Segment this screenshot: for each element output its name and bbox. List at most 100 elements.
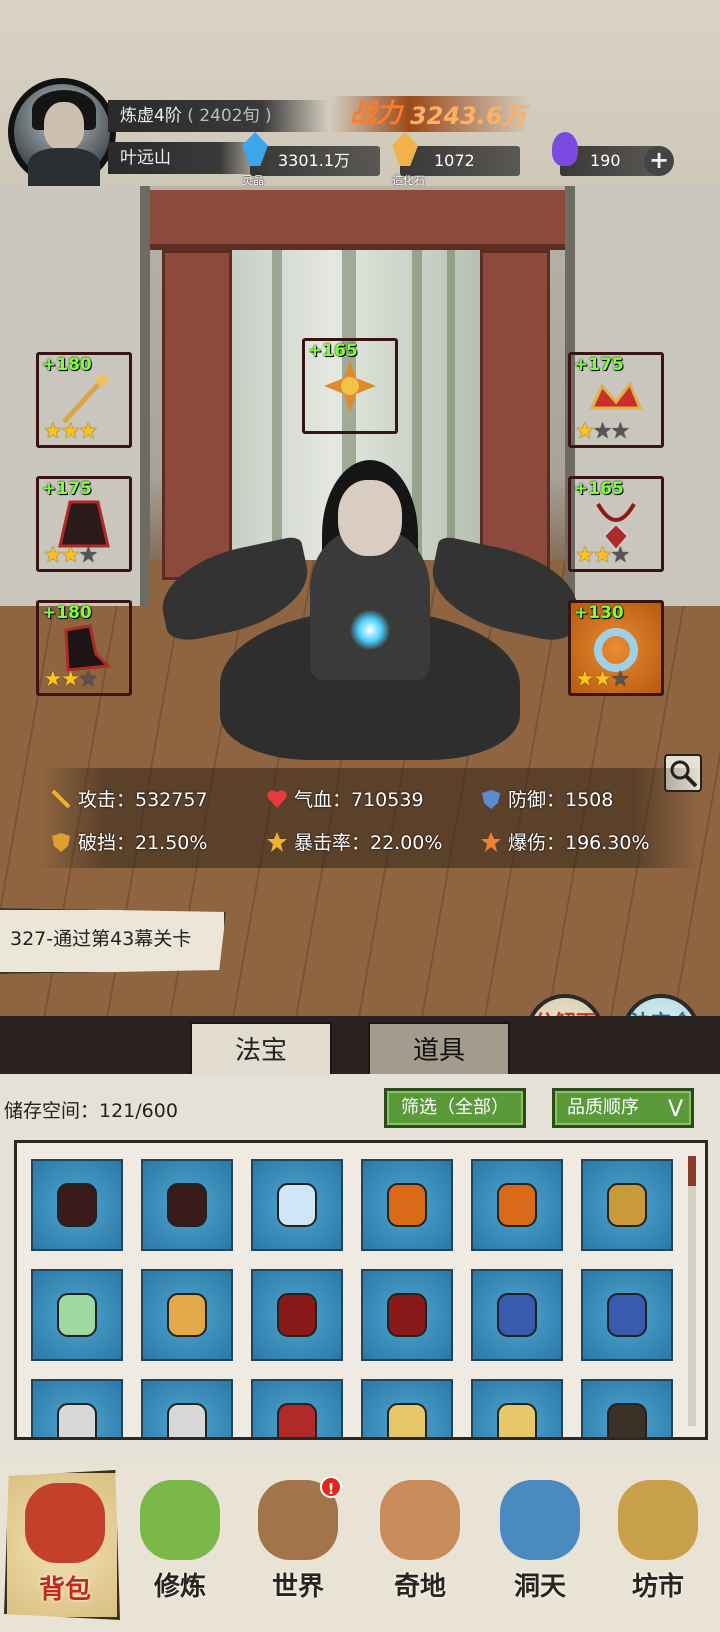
inventory-item[interactable] <box>471 1269 563 1361</box>
quest-text: 327-通过第43幕关卡 <box>10 928 192 950</box>
inventory-item[interactable] <box>141 1269 233 1361</box>
bag-icon <box>25 1483 105 1563</box>
enhance-level: +130 <box>574 603 624 623</box>
add-resource-button[interactable]: + <box>644 146 674 176</box>
tab-bar <box>0 1016 720 1074</box>
equip-slot-robe[interactable]: +175 ★★★ <box>36 476 132 572</box>
stat-pierce: 破挡：21.50% <box>50 826 207 860</box>
sun-emblem-icon <box>322 358 378 414</box>
star-filled-icon: ★ <box>43 419 63 444</box>
storage-capacity: 储存空间：121/600 <box>4 1100 178 1122</box>
nav-market[interactable]: 坊市 <box>600 1470 716 1620</box>
enhance-level: +180 <box>42 355 92 375</box>
meditating-character <box>153 460 587 770</box>
flame-axe-icon <box>378 1176 436 1234</box>
inventory-item[interactable] <box>471 1159 563 1251</box>
inventory-item[interactable] <box>361 1269 453 1361</box>
burst-icon <box>266 830 288 852</box>
star-filled-icon: ★ <box>43 543 63 568</box>
star-empty-icon: ★ <box>78 667 98 692</box>
inventory-scrollbar[interactable] <box>688 1156 696 1426</box>
heart-icon <box>266 787 288 809</box>
golden-staff-icon <box>598 1176 656 1234</box>
equip-slot-talisman[interactable]: +165 <box>302 338 398 434</box>
equip-slot-ring[interactable]: +130 ★★★ <box>568 600 664 696</box>
inventory-item[interactable] <box>581 1379 673 1437</box>
nav-wonder[interactable]: 奇地 <box>362 1470 478 1620</box>
red-helm-icon <box>268 1396 326 1437</box>
star-rating: ★★★ <box>43 667 98 692</box>
portal-icon <box>500 1480 580 1560</box>
stat-crit-rate: 暴击率：22.00% <box>266 826 442 860</box>
star-rating: ★★★ <box>575 421 630 443</box>
sort-dropdown[interactable]: 品质顺序 V <box>552 1088 694 1128</box>
dark-ring-icon <box>48 1176 106 1234</box>
lotus-icon <box>140 1480 220 1560</box>
inventory-item[interactable] <box>251 1379 343 1437</box>
enhance-level: +180 <box>42 603 92 623</box>
player-avatar[interactable] <box>8 78 116 188</box>
realm-text: 炼虚4阶 <box>120 106 182 126</box>
quest-banner[interactable]: 327-通过第43幕关卡 <box>0 908 226 974</box>
inventory-item[interactable] <box>251 1159 343 1251</box>
inventory-item[interactable] <box>141 1159 233 1251</box>
star-filled-icon: ★ <box>592 543 613 568</box>
jade-sword-icon <box>268 1176 326 1234</box>
resource-value: 190 <box>590 151 621 170</box>
nav-label: 修炼 <box>153 1572 206 1602</box>
resource-value: 3301.1万 <box>278 151 350 170</box>
star-rating: ★★★ <box>575 667 630 692</box>
power-value: 3243.6万 <box>410 102 527 130</box>
blue-robe-icon <box>488 1286 546 1344</box>
resource-spirit-crystal: 灵晶 3301.1万 <box>242 132 380 187</box>
stat-crit-damage: 爆伤：196.30% <box>480 826 650 860</box>
stat-hp: 气血：710539 <box>266 783 424 817</box>
silver-armor-icon <box>158 1396 216 1437</box>
spirit-orb <box>350 610 390 650</box>
inventory-item[interactable] <box>251 1269 343 1361</box>
nav-cultivate[interactable]: 修炼 <box>122 1470 238 1620</box>
star-filled-icon: ★ <box>575 543 595 568</box>
inventory-item[interactable] <box>581 1269 673 1361</box>
star-filled-icon: ★ <box>60 543 81 568</box>
tab-daoju[interactable]: 道具 <box>368 1022 510 1076</box>
crimson-robe-icon <box>378 1286 436 1344</box>
scroll-thumb[interactable] <box>688 1156 696 1186</box>
nav-label: 世界 <box>271 1572 324 1602</box>
star-filled-icon: ★ <box>60 419 81 444</box>
golden-armor-icon <box>158 1286 216 1344</box>
inventory-item[interactable] <box>31 1159 123 1251</box>
shield-icon <box>480 787 502 809</box>
inventory-item[interactable] <box>141 1379 233 1437</box>
stat-defense: 防御：1508 <box>480 783 613 817</box>
tab-fabao[interactable]: 法宝 <box>190 1022 332 1076</box>
enhance-level: +165 <box>574 479 624 499</box>
gold-armor-icon <box>488 1396 546 1437</box>
inventory-item[interactable] <box>31 1269 123 1361</box>
jade-mirror-icon <box>48 1286 106 1344</box>
blue-robe-icon <box>598 1286 656 1344</box>
star-filled-icon: ★ <box>78 419 98 444</box>
nav-label: 背包 <box>38 1575 91 1605</box>
star-filled-icon: ★ <box>592 667 613 692</box>
inventory-item[interactable] <box>471 1379 563 1437</box>
inventory-item[interactable] <box>581 1159 673 1251</box>
filter-button[interactable]: 筛选（全部） <box>384 1088 526 1128</box>
stat-attack: 攻击：532757 <box>50 783 208 817</box>
inventory-item[interactable] <box>361 1379 453 1437</box>
power-label: 战力 <box>350 99 403 129</box>
floating-isle-icon <box>380 1480 460 1560</box>
crimson-robe-icon <box>268 1286 326 1344</box>
nav-bag[interactable]: 背包 <box>4 1470 120 1620</box>
equip-slot-headband[interactable]: +175 ★★★ <box>568 352 664 448</box>
inventory-grid <box>14 1140 708 1440</box>
equip-slot-boots[interactable]: +180 ★★★ <box>36 600 132 696</box>
nav-cave[interactable]: 洞天 <box>482 1470 598 1620</box>
realm-bar: 炼虚4阶 ( 2402旬 ) <box>108 100 328 132</box>
nav-world[interactable]: ! 世界 <box>240 1470 356 1620</box>
inventory-item[interactable] <box>31 1379 123 1437</box>
inventory-item[interactable] <box>361 1159 453 1251</box>
sort-label: 品质顺序 <box>567 1097 639 1118</box>
equip-slot-weapon[interactable]: +180 ★★★ <box>36 352 132 448</box>
equip-slot-necklace[interactable]: +165 ★★★ <box>568 476 664 572</box>
